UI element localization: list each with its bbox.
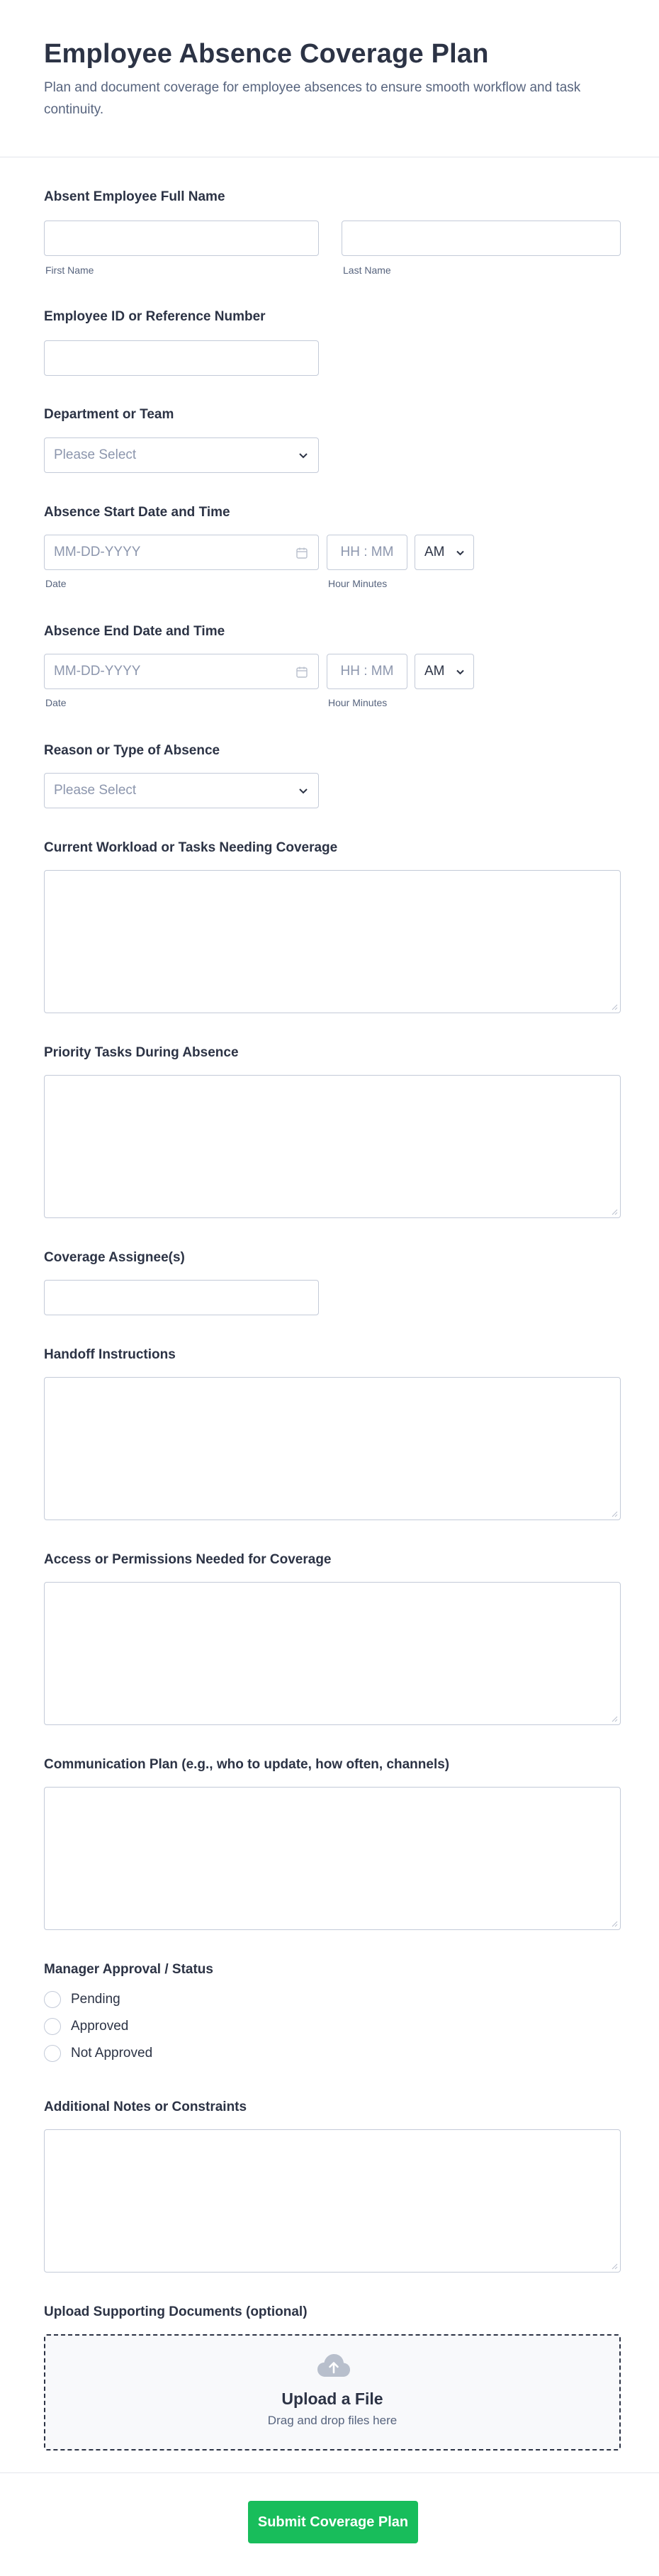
upload-title: Upload a File [281, 2390, 383, 2408]
end-ampm-value: AM [424, 664, 445, 679]
radio-button[interactable] [44, 1991, 61, 2008]
chevron-down-icon [299, 788, 308, 794]
chevron-down-icon [456, 669, 464, 675]
end-date-sublabel: Date [45, 697, 67, 708]
end-date-input[interactable]: MM-DD-YYYY [44, 654, 319, 689]
communication-label: Communication Plan (e.g., who to update,… [44, 1757, 450, 1772]
resize-grip-icon[interactable] [611, 2263, 618, 2270]
form-header: Employee Absence Coverage Plan Plan and … [0, 0, 659, 157]
workload-label: Current Workload or Tasks Needing Covera… [44, 840, 338, 855]
resize-grip-icon[interactable] [611, 1920, 618, 1927]
resize-grip-icon[interactable] [611, 1003, 618, 1010]
notes-textarea[interactable] [44, 2129, 621, 2273]
employee-id-label: Employee ID or Reference Number [44, 309, 266, 324]
end-date-placeholder: MM-DD-YYYY [54, 664, 141, 679]
access-label: Access or Permissions Needed for Coverag… [44, 1552, 332, 1567]
department-select[interactable]: Please Select [44, 437, 319, 473]
first-name-input[interactable] [44, 221, 319, 256]
start-time-input[interactable]: HH : MM [327, 535, 407, 570]
communication-textarea[interactable] [44, 1787, 621, 1930]
radio-label: Not Approved [71, 2046, 153, 2061]
first-name-sublabel: First Name [45, 264, 94, 276]
radio-button[interactable] [44, 2045, 61, 2062]
reason-selected: Please Select [54, 783, 137, 798]
footer-divider [0, 2472, 659, 2473]
resize-grip-icon[interactable] [611, 1715, 618, 1722]
handoff-textarea[interactable] [44, 1377, 621, 1520]
end-time-input[interactable]: HH : MM [327, 654, 407, 689]
resize-grip-icon[interactable] [611, 1510, 618, 1517]
start-date-input[interactable]: MM-DD-YYYY [44, 535, 319, 570]
radio-label: Approved [71, 2019, 129, 2034]
full-name-label: Absent Employee Full Name [44, 189, 225, 204]
workload-textarea[interactable] [44, 870, 621, 1013]
department-selected: Please Select [54, 447, 137, 462]
assignee-input[interactable] [44, 1280, 319, 1315]
file-upload-dropzone[interactable]: Upload a File Drag and drop files here [44, 2334, 621, 2450]
submit-button[interactable]: Submit Coverage Plan [248, 2501, 418, 2543]
chevron-down-icon [456, 550, 464, 556]
start-date-sublabel: Date [45, 578, 67, 589]
upload-label: Upload Supporting Documents (optional) [44, 2304, 308, 2319]
handoff-label: Handoff Instructions [44, 1347, 176, 1362]
page-title: Employee Absence Coverage Plan [44, 39, 489, 69]
absence-start-label: Absence Start Date and Time [44, 505, 230, 520]
radio-option-not-approved[interactable]: Not Approved [44, 2045, 152, 2062]
notes-label: Additional Notes or Constraints [44, 2100, 247, 2114]
end-time-sublabel: Hour Minutes [328, 697, 388, 708]
radio-label: Pending [71, 1992, 120, 2007]
employee-id-input[interactable] [44, 340, 319, 376]
resize-grip-icon[interactable] [611, 1208, 618, 1215]
calendar-icon [296, 667, 308, 678]
assignee-label: Coverage Assignee(s) [44, 1250, 185, 1265]
end-time-placeholder: HH : MM [340, 664, 394, 679]
reason-label: Reason or Type of Absence [44, 743, 220, 758]
start-time-sublabel: Hour Minutes [328, 578, 388, 589]
start-date-placeholder: MM-DD-YYYY [54, 545, 141, 559]
radio-option-pending[interactable]: Pending [44, 1991, 120, 2008]
upload-subtitle: Drag and drop files here [267, 2414, 398, 2427]
department-label: Department or Team [44, 407, 174, 422]
start-ampm-select[interactable]: AM [415, 535, 474, 570]
start-time-placeholder: HH : MM [340, 545, 394, 559]
cloud-upload-icon [317, 2354, 350, 2377]
access-textarea[interactable] [44, 1582, 621, 1725]
radio-option-approved[interactable]: Approved [44, 2018, 128, 2035]
approval-label: Manager Approval / Status [44, 1962, 213, 1977]
last-name-sublabel: Last Name [343, 264, 391, 276]
start-ampm-value: AM [424, 545, 445, 559]
end-ampm-select[interactable]: AM [415, 654, 474, 689]
absence-end-label: Absence End Date and Time [44, 624, 225, 639]
last-name-input[interactable] [342, 221, 621, 256]
chevron-down-icon [299, 453, 308, 459]
reason-select[interactable]: Please Select [44, 773, 319, 808]
page-description: Plan and document coverage for employee … [44, 80, 581, 117]
calendar-icon [296, 547, 308, 559]
priority-label: Priority Tasks During Absence [44, 1045, 239, 1060]
radio-button[interactable] [44, 2018, 61, 2035]
priority-textarea[interactable] [44, 1075, 621, 1218]
